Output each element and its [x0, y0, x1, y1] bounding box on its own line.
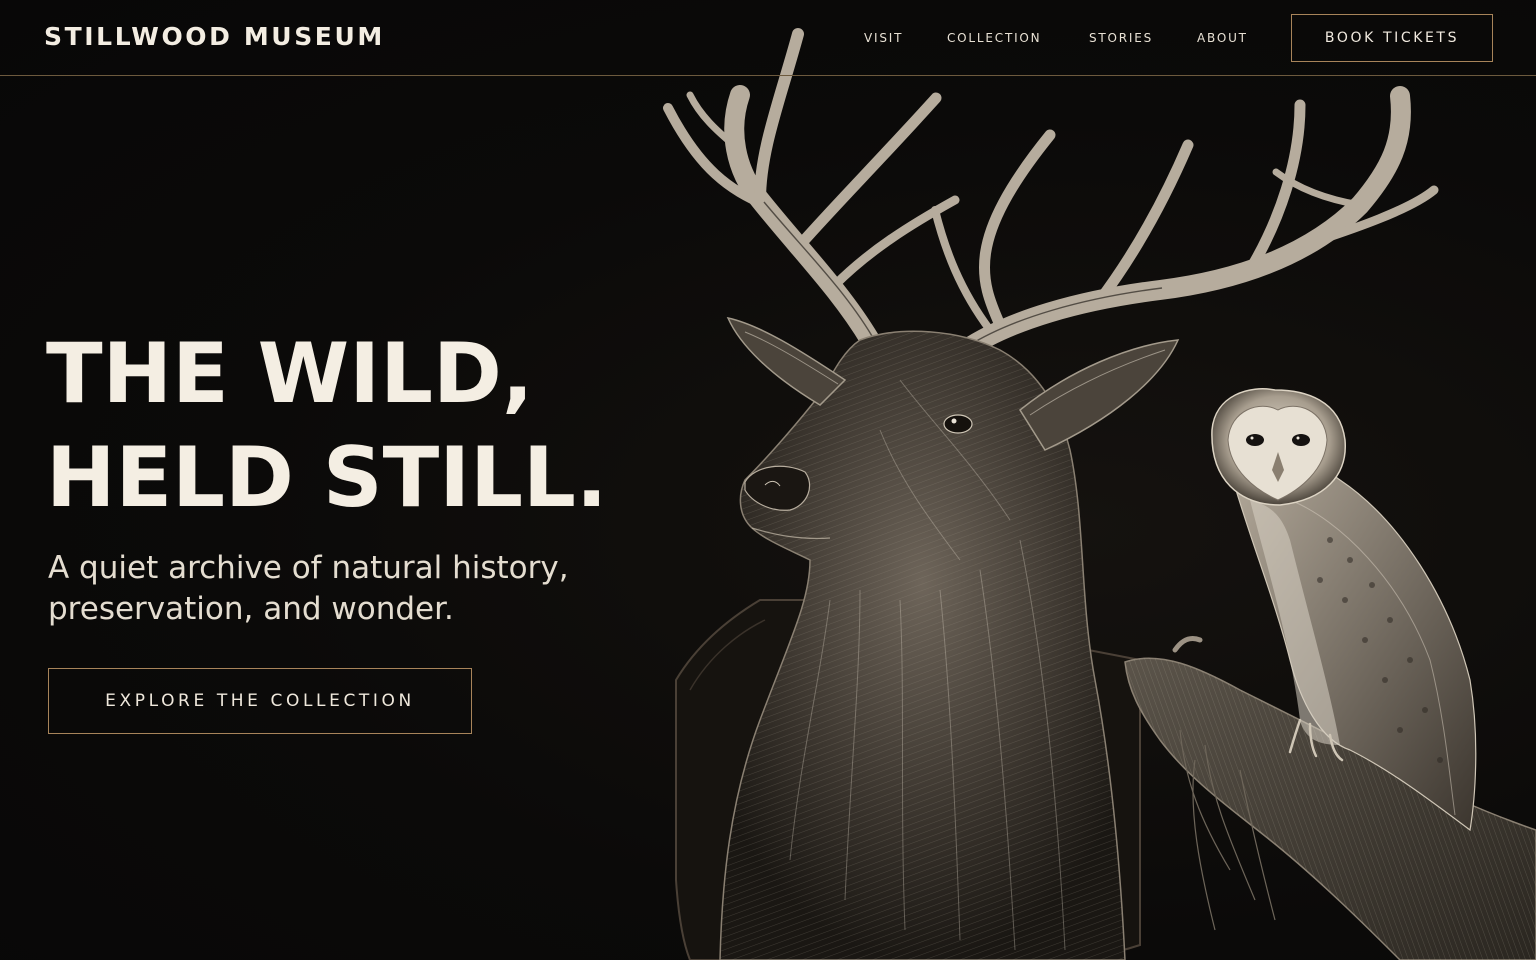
- book-tickets-button[interactable]: BOOK TICKETS: [1291, 14, 1493, 62]
- hero-title-line: HELD STILL.: [46, 429, 608, 526]
- hero-subtitle: A quiet archive of natural history, pres…: [48, 548, 569, 630]
- site-logo[interactable]: STILLWOOD MUSEUM: [44, 22, 385, 51]
- hero-subtitle-line: A quiet archive of natural history,: [48, 550, 569, 586]
- landing-page: STILLWOOD MUSEUM VISIT COLLECTION STORIE…: [0, 0, 1536, 960]
- explore-collection-button[interactable]: EXPLORE THE COLLECTION: [48, 668, 472, 734]
- hero-title-line: THE WILD,: [46, 325, 534, 422]
- nav-link-stories[interactable]: STORIES: [1089, 31, 1153, 45]
- nav-link-visit[interactable]: VISIT: [864, 31, 903, 45]
- nav-link-collection[interactable]: COLLECTION: [947, 31, 1041, 45]
- hero-title: THE WILD, HELD STILL.: [46, 322, 607, 530]
- hero-subtitle-line: preservation, and wonder.: [48, 591, 454, 627]
- site-header: STILLWOOD MUSEUM VISIT COLLECTION STORIE…: [0, 0, 1536, 76]
- antlers: [663, 28, 1439, 360]
- nav-link-about[interactable]: ABOUT: [1197, 31, 1248, 45]
